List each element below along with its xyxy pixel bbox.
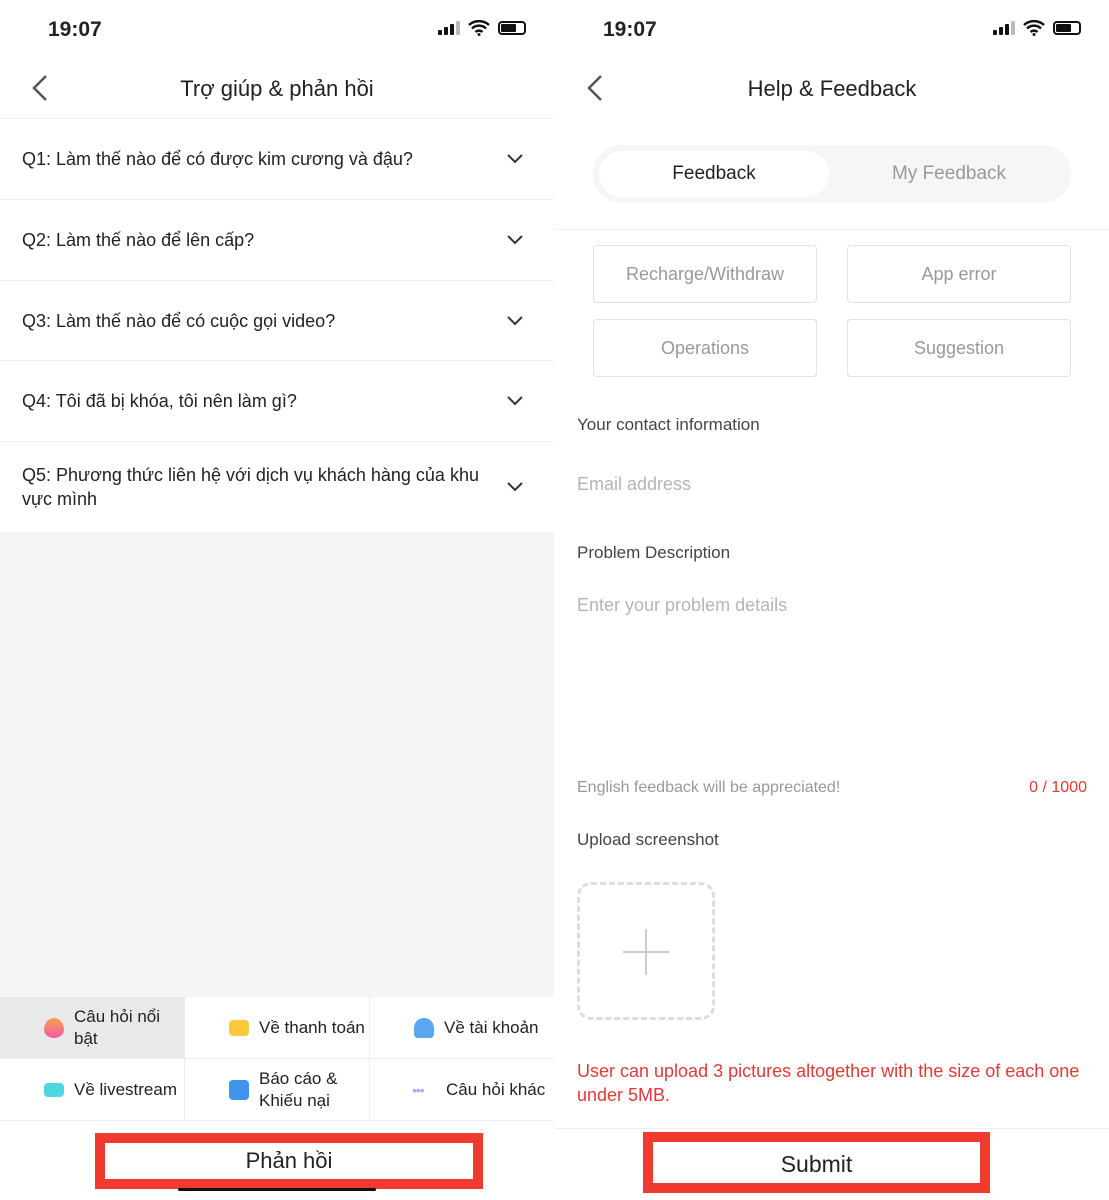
problem-label: Problem Description (577, 543, 731, 562)
faq-question: Q4: Tôi đã bị khóa, tôi nên làm gì? (22, 391, 297, 411)
faq-question: Q2: Làm thế nào để lên cấp? (22, 230, 255, 250)
upload-label: Upload screenshot (577, 830, 719, 849)
card-icon (229, 1019, 249, 1036)
tab-feedback[interactable]: Feedback (599, 151, 829, 197)
type-operations[interactable]: Operations (593, 319, 817, 377)
tab-my-feedback[interactable]: My Feedback (833, 151, 1065, 197)
type-recharge-withdraw[interactable]: Recharge/Withdraw (593, 245, 817, 303)
email-input[interactable]: Email address (577, 474, 1077, 498)
category-payment[interactable]: Về thanh toán (185, 997, 370, 1059)
help-screen-vi: 19:07 Trợ giúp & phản hồi Q1: Làm thế nà… (0, 0, 554, 1200)
category-livestream[interactable]: Về livestream (0, 1059, 185, 1121)
submit-button[interactable]: Submit (653, 1151, 980, 1178)
page-title: Trợ giúp & phản hồi (180, 76, 374, 101)
divider (555, 229, 1109, 230)
category-label: Về thanh toán (259, 1017, 365, 1037)
content-background (0, 532, 554, 997)
english-hint: English feedback will be appreciated! (577, 779, 841, 796)
wifi-icon (1023, 20, 1045, 36)
contact-label: Your contact information (577, 415, 760, 434)
chevron-down-icon (507, 235, 523, 245)
status-icons (993, 20, 1081, 36)
plus-icon (623, 929, 669, 975)
chevron-down-icon (507, 315, 523, 325)
status-time: 19:07 (603, 18, 657, 41)
battery-icon (1053, 21, 1081, 35)
fire-icon (44, 1017, 64, 1038)
more-dots-icon: ••• (412, 1081, 425, 1098)
wifi-icon (468, 20, 490, 36)
signal-icon (993, 21, 1015, 35)
type-app-error[interactable]: App error (847, 245, 1071, 303)
faq-question: Q5: Phương thức liên hệ với dịch vụ khác… (22, 465, 479, 509)
status-icons (438, 20, 526, 36)
chevron-down-icon (507, 396, 523, 406)
category-featured[interactable]: Câu hỏi nổi bật (0, 997, 185, 1059)
faq-question: Q1: Làm thế nào để có được kim cương và … (22, 149, 413, 169)
problem-textarea[interactable]: Enter your problem details (577, 595, 1087, 765)
tab-bar: Feedback My Feedback (593, 145, 1071, 203)
category-label: Báo cáo & Khiếu nại (259, 1068, 338, 1110)
chevron-down-icon (507, 482, 523, 492)
category-report[interactable]: Báo cáo & Khiếu nại (185, 1059, 370, 1121)
faq-item[interactable]: Q5: Phương thức liên hệ với dịch vụ khác… (0, 441, 554, 532)
faq-item[interactable]: Q3: Làm thế nào để có cuộc gọi video? (0, 280, 554, 360)
category-other[interactable]: ••• Câu hỏi khác (370, 1059, 554, 1121)
upload-button[interactable] (577, 882, 715, 1020)
edit-icon (229, 1079, 249, 1100)
faq-question: Q3: Làm thế nào để có cuộc gọi video? (22, 310, 336, 331)
type-suggestion[interactable]: Suggestion (847, 319, 1071, 377)
signal-icon (438, 21, 460, 35)
upload-note: User can upload 3 pictures altogether wi… (577, 1061, 1080, 1105)
page-title: Help & Feedback (747, 76, 917, 101)
video-camera-icon (44, 1082, 64, 1097)
faq-item[interactable]: Q2: Làm thế nào để lên cấp? (0, 199, 554, 280)
faq-item[interactable]: Q4: Tôi đã bị khóa, tôi nên làm gì? (0, 360, 554, 441)
category-label: Về livestream (74, 1079, 177, 1099)
home-indicator (178, 1188, 376, 1191)
divider (555, 1128, 1109, 1129)
category-label: Về tài khoản (444, 1017, 539, 1037)
feedback-screen: 19:07 Help & Feedback Feedback My Feedba… (555, 0, 1109, 1200)
chevron-down-icon (507, 154, 523, 164)
faq-item[interactable]: Q1: Làm thế nào để có được kim cương và … (0, 118, 554, 199)
category-label: Câu hỏi nổi bật (74, 1006, 161, 1048)
user-icon (414, 1017, 434, 1038)
status-time: 19:07 (48, 18, 102, 41)
feedback-button[interactable]: Phản hồi (105, 1148, 473, 1174)
battery-icon (498, 21, 526, 35)
category-label: Câu hỏi khác (446, 1079, 546, 1099)
char-counter: 0 / 1000 (1029, 779, 1087, 796)
category-account[interactable]: Về tài khoản (370, 997, 554, 1059)
